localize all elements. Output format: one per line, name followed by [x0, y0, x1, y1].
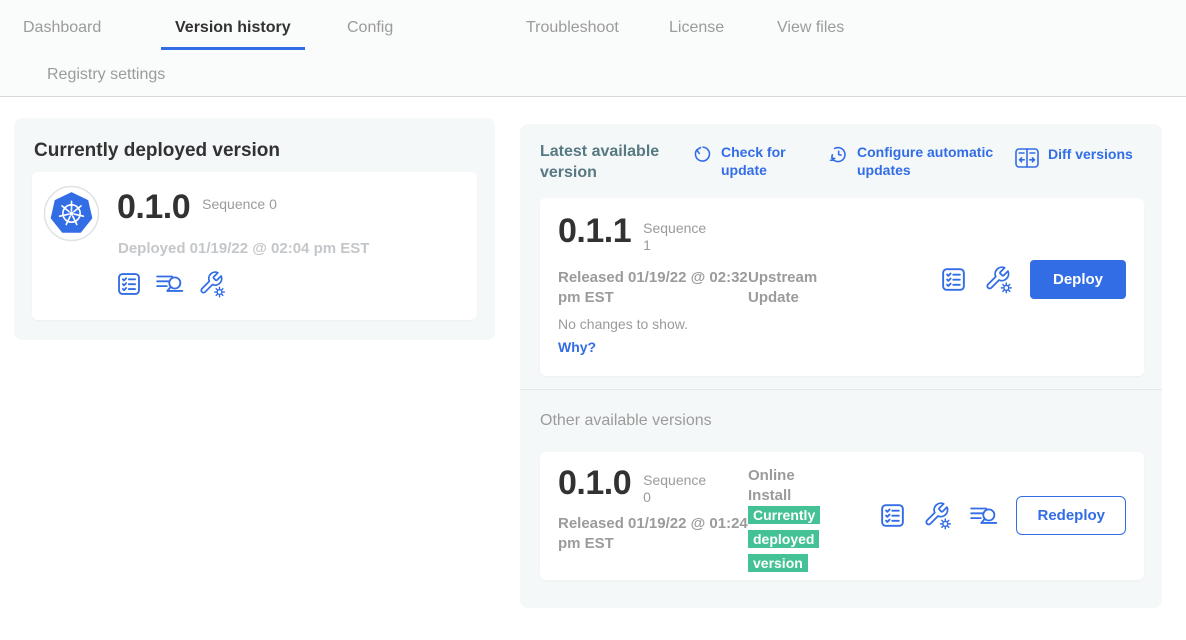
- tab-dashboard[interactable]: Dashboard: [23, 19, 101, 37]
- current-version-number: 0.1.0: [117, 190, 190, 224]
- other-version-row: 0.1.0 Sequence 0: [558, 466, 713, 506]
- latest-version-card: 0.1.1 Sequence 1 Released 01/19/22 @ 02:…: [540, 198, 1144, 376]
- other-version-card: 0.1.0 Sequence 0 Released 01/19/22 @ 01:…: [540, 452, 1144, 580]
- deploy-button[interactable]: Deploy: [1030, 260, 1126, 299]
- refresh-icon: [692, 145, 713, 166]
- logs-icon[interactable]: [969, 503, 999, 529]
- schedule-icon: [828, 145, 849, 166]
- tab-registry-settings[interactable]: Registry settings: [47, 66, 165, 84]
- other-version-number: 0.1.0: [558, 466, 631, 500]
- currently-deployed-card: Currently deployed version: [14, 118, 495, 340]
- latest-version-row: 0.1.1 Sequence 1: [558, 214, 713, 254]
- no-changes-text: No changes to show.: [558, 316, 688, 332]
- preflight-checklist-icon[interactable]: [116, 271, 142, 297]
- check-for-update-label: Check for update: [721, 144, 797, 179]
- other-sequence-label: Sequence 0: [643, 472, 713, 506]
- diff-icon: [1014, 147, 1040, 169]
- kubernetes-logo-icon: [43, 185, 100, 247]
- tab-config[interactable]: Config: [347, 19, 393, 37]
- main-nav: Dashboard Version history Config Trouble…: [0, 0, 1186, 97]
- tab-view-files[interactable]: View files: [777, 19, 844, 37]
- panel-divider: [520, 389, 1162, 390]
- redeploy-button[interactable]: Redeploy: [1016, 496, 1126, 535]
- tab-version-history-label: Version history: [175, 19, 291, 36]
- tab-license[interactable]: License: [669, 19, 724, 37]
- why-link[interactable]: Why?: [558, 339, 596, 357]
- currently-deployed-version-row: 0.1.0 Sequence 0 Deployed 01/19/22 @ 02:…: [32, 172, 477, 320]
- current-deployed-timestamp: Deployed 01/19/22 @ 02:04 pm EST: [118, 240, 369, 257]
- diff-versions-label: Diff versions: [1048, 146, 1133, 164]
- tab-troubleshoot[interactable]: Troubleshoot: [526, 19, 619, 37]
- latest-available-version-title: Latest available version: [540, 142, 680, 184]
- tab-version-history[interactable]: Version history: [161, 10, 305, 50]
- config-wrench-icon[interactable]: [984, 265, 1013, 294]
- latest-version-number: 0.1.1: [558, 214, 631, 248]
- latest-version-actions: Deploy: [940, 260, 1126, 299]
- config-wrench-icon[interactable]: [198, 270, 226, 298]
- other-released-timestamp: Released 01/19/22 @ 01:24 pm EST: [558, 514, 750, 555]
- latest-sequence-label: Sequence 1: [643, 220, 713, 254]
- available-updates-panel: Latest available version Check for updat…: [520, 124, 1162, 608]
- diff-versions-link[interactable]: Diff versions: [1014, 146, 1133, 169]
- configure-automatic-updates-link[interactable]: Configure automatic updates: [828, 144, 1006, 179]
- other-version-actions: Redeploy: [879, 496, 1126, 535]
- other-available-versions-title: Other available versions: [540, 412, 712, 430]
- currently-deployed-title: Currently deployed version: [34, 140, 280, 162]
- configure-automatic-updates-label: Configure automatic updates: [857, 144, 1006, 179]
- latest-source-label: Upstream Update: [748, 268, 836, 309]
- app-window: Dashboard Version history Config Trouble…: [0, 0, 1186, 640]
- check-for-update-link[interactable]: Check for update: [692, 144, 797, 179]
- preflight-checklist-icon[interactable]: [940, 266, 967, 293]
- current-sequence-label: Sequence 0: [202, 196, 277, 213]
- latest-released-timestamp: Released 01/19/22 @ 02:32 pm EST: [558, 268, 750, 309]
- config-wrench-icon[interactable]: [923, 501, 952, 530]
- current-version-row: 0.1.0 Sequence 0: [117, 190, 277, 224]
- other-source-label: Online Install: [748, 466, 823, 507]
- current-version-actions: [116, 270, 226, 298]
- currently-deployed-badge-text: Currently deployed version: [748, 506, 820, 572]
- logs-icon[interactable]: [155, 271, 185, 297]
- currently-deployed-badge: Currently deployed version: [748, 504, 848, 576]
- preflight-checklist-icon[interactable]: [879, 502, 906, 529]
